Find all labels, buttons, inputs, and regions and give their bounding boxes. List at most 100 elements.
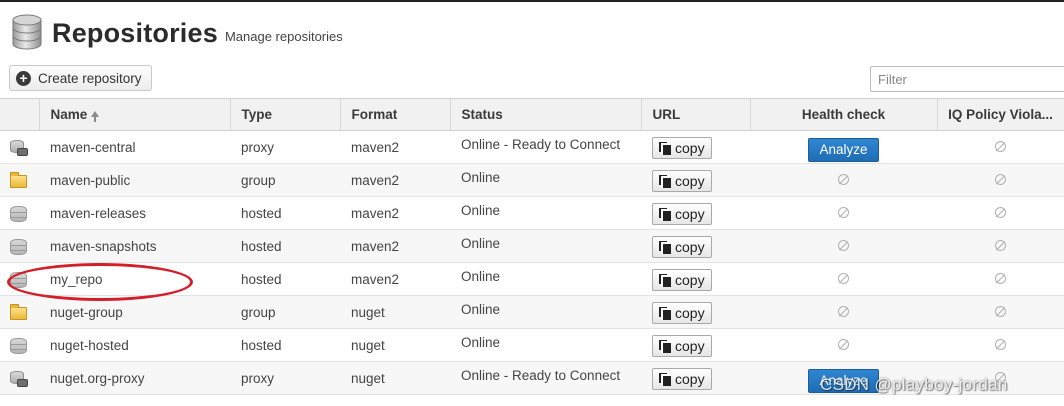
repo-status-text: Online - Ready to Connect — [450, 361, 641, 395]
health-check-cell: Analyze — [750, 361, 937, 395]
table-row[interactable]: maven-snapshots hosted maven2 Online copy — [0, 229, 1064, 263]
copy-label: copy — [675, 338, 705, 354]
repo-name-cell[interactable]: nuget-group — [39, 295, 230, 329]
copy-label: copy — [675, 173, 705, 189]
copy-url-button[interactable]: copy — [652, 170, 712, 192]
not-applicable-icon — [995, 240, 1006, 251]
iq-policy-cell — [937, 262, 1064, 296]
column-header-format[interactable]: Format — [340, 98, 451, 131]
repo-format-text: nuget — [340, 328, 450, 362]
table-row[interactable]: nuget-group group nuget Online copy — [0, 295, 1064, 329]
repo-proxy-icon — [10, 371, 28, 387]
page-subtitle: Manage repositories — [224, 29, 343, 44]
iq-policy-cell — [937, 196, 1064, 230]
repo-format-text: nuget — [340, 295, 450, 329]
repo-name-cell[interactable]: maven-releases — [39, 196, 230, 230]
iq-policy-cell — [937, 328, 1064, 362]
repo-name-cell[interactable]: my_repo — [39, 262, 230, 296]
not-applicable-icon — [995, 174, 1006, 185]
column-header-status[interactable]: Status — [450, 98, 642, 131]
health-check-cell — [750, 295, 937, 329]
page-header: Repositories Manage repositories — [12, 10, 343, 50]
not-applicable-icon — [995, 273, 1006, 284]
copy-url-button[interactable]: copy — [652, 203, 712, 225]
repo-status-text: Online — [450, 262, 641, 296]
not-applicable-icon — [838, 207, 849, 218]
column-header-health-check[interactable]: Health check — [750, 98, 938, 131]
repo-status-text: Online — [450, 163, 641, 197]
copy-url-button[interactable]: copy — [652, 302, 712, 324]
repo-url-cell: copy — [641, 328, 750, 362]
copy-url-button[interactable]: copy — [652, 137, 712, 159]
health-check-cell — [750, 262, 937, 296]
not-applicable-icon — [995, 141, 1006, 152]
repo-url-cell: copy — [641, 196, 750, 230]
health-check-cell — [750, 196, 937, 230]
column-header-type[interactable]: Type — [230, 98, 341, 131]
repo-name-cell[interactable]: nuget.org-proxy — [39, 361, 230, 395]
filter-input[interactable] — [870, 66, 1064, 92]
repo-type-text: hosted — [230, 229, 340, 263]
not-applicable-icon — [838, 273, 849, 284]
copy-icon — [659, 372, 671, 386]
copy-url-button[interactable]: copy — [652, 236, 712, 258]
analyze-button[interactable]: Analyze — [808, 138, 879, 162]
iq-policy-cell — [937, 130, 1064, 164]
repo-type-text: proxy — [230, 130, 340, 164]
copy-icon — [659, 174, 671, 188]
repo-type-cell — [0, 163, 39, 197]
copy-icon — [659, 273, 671, 287]
iq-policy-cell — [937, 163, 1064, 197]
column-header-iq-policy[interactable]: IQ Policy Viola... — [937, 98, 1064, 131]
not-applicable-icon — [995, 339, 1006, 350]
repo-name-cell[interactable]: maven-public — [39, 163, 230, 197]
repo-name-cell[interactable]: maven-snapshots — [39, 229, 230, 263]
repo-format-text: maven2 — [340, 196, 450, 230]
repo-type-text: group — [230, 295, 340, 329]
column-header-url[interactable]: URL — [641, 98, 751, 131]
copy-icon — [659, 207, 671, 221]
repo-type-cell — [0, 130, 39, 164]
repo-status-text: Online — [450, 295, 641, 329]
repo-type-text: hosted — [230, 328, 340, 362]
repo-status-text: Online — [450, 328, 641, 362]
database-icon — [12, 14, 42, 50]
table-row[interactable]: my_repo hosted maven2 Online copy — [0, 262, 1064, 296]
iq-policy-cell — [937, 229, 1064, 263]
repo-hosted-icon — [10, 239, 27, 255]
table-row[interactable]: maven-releases hosted maven2 Online copy — [0, 196, 1064, 230]
health-check-cell — [750, 229, 937, 263]
iq-policy-cell — [937, 361, 1064, 395]
repo-format-text: maven2 — [340, 262, 450, 296]
repo-format-text: maven2 — [340, 163, 450, 197]
table-row[interactable]: nuget-hosted hosted nuget Online copy — [0, 328, 1064, 362]
table-row[interactable]: maven-central proxy maven2 Online - Ready t… — [0, 130, 1064, 164]
table-row[interactable]: maven-public group maven2 Online copy — [0, 163, 1064, 197]
copy-label: copy — [675, 371, 705, 387]
create-repository-button[interactable]: + Create repository — [9, 65, 152, 91]
repo-name-cell[interactable]: nuget-hosted — [39, 328, 230, 362]
repo-type-cell — [0, 196, 39, 230]
repo-name-cell[interactable]: maven-central — [39, 130, 230, 164]
copy-icon — [659, 306, 671, 320]
repo-type-cell — [0, 328, 39, 362]
copy-url-button[interactable]: copy — [652, 269, 712, 291]
page-title: Repositories — [52, 18, 218, 48]
repo-proxy-icon — [10, 140, 28, 156]
plus-circle-icon: + — [16, 70, 31, 86]
table-row[interactable]: nuget.org-proxy proxy nuget Online - Ready … — [0, 361, 1064, 395]
analyze-button[interactable]: Analyze — [808, 369, 879, 393]
health-check-cell: Analyze — [750, 130, 937, 164]
health-check-cell — [750, 328, 937, 362]
repo-format-text: maven2 — [340, 229, 450, 263]
not-applicable-icon — [838, 240, 849, 251]
repo-type-cell — [0, 361, 39, 395]
repo-url-cell: copy — [641, 262, 750, 296]
repo-type-text: hosted — [230, 196, 340, 230]
repo-hosted-icon — [10, 272, 27, 288]
copy-url-button[interactable]: copy — [652, 335, 712, 357]
copy-icon — [659, 141, 671, 155]
not-applicable-icon — [838, 306, 849, 317]
copy-url-button[interactable]: copy — [652, 368, 712, 390]
column-header-name[interactable]: Name — [39, 98, 231, 131]
